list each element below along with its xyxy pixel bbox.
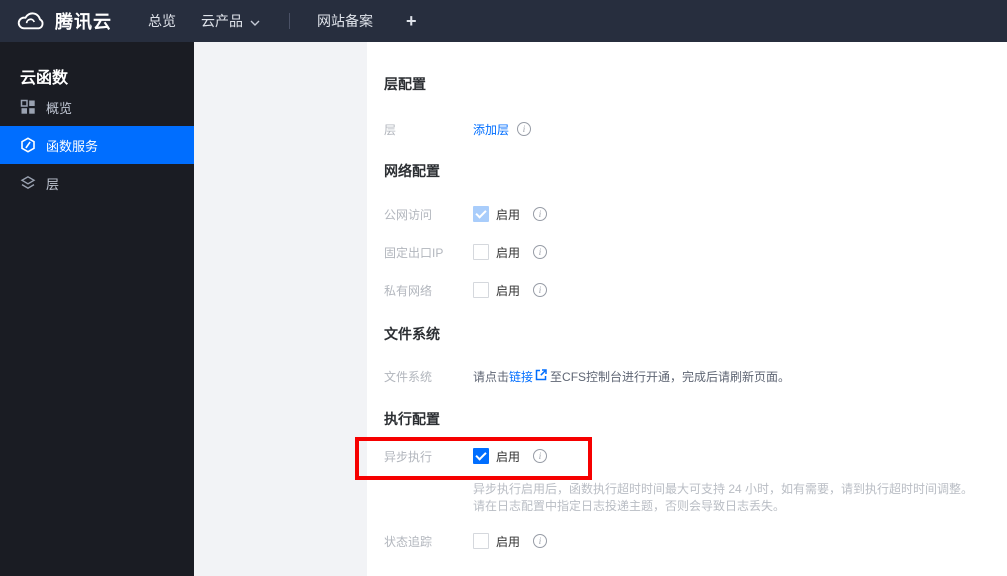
field-label: 固定出口IP bbox=[384, 245, 444, 260]
async-execution-checkbox[interactable] bbox=[473, 448, 489, 464]
form-row-layer: 层 添加层 bbox=[384, 119, 1007, 139]
sidebar-item-label: 概览 bbox=[46, 100, 73, 116]
checkbox-label: 启用 bbox=[496, 245, 521, 260]
nav-icp-filing[interactable]: 网站备案 bbox=[317, 11, 373, 31]
field-label: 层 bbox=[384, 122, 397, 137]
nav-overview[interactable]: 总览 bbox=[148, 11, 176, 31]
chevron-down-icon bbox=[250, 13, 260, 29]
external-link-icon bbox=[535, 368, 547, 384]
description-line: 请在日志配置中指定日志投递主题，否则会导致日志丢失。 bbox=[473, 499, 786, 513]
sidebar-item-layers[interactable]: 层 bbox=[0, 164, 194, 202]
info-icon[interactable] bbox=[533, 283, 548, 297]
field-label: 私有网络 bbox=[384, 283, 433, 298]
form-row-fixed-egress-ip: 固定出口IP 启用 bbox=[384, 242, 1007, 262]
info-icon[interactable] bbox=[517, 122, 532, 136]
form-row-status-trace: 状态追踪 启用 bbox=[384, 531, 1007, 551]
field-label: 异步执行 bbox=[384, 449, 433, 464]
add-layer-link[interactable]: 添加层 bbox=[473, 121, 509, 138]
sidebar-item-label: 层 bbox=[46, 176, 60, 192]
status-trace-checkbox[interactable] bbox=[473, 533, 489, 549]
function-config-form: 层配置 层 添加层 网络配置 公网访问 启用 固定出口IP 启用 bbox=[367, 42, 1007, 576]
async-execution-description: 异步执行启用后，函数执行超时时间最大可支持 24 小时，如有需要，请到执行超时时… bbox=[473, 481, 1007, 515]
checkbox-label: 启用 bbox=[496, 449, 521, 464]
tencent-cloud-logo-icon bbox=[15, 10, 46, 32]
cfs-console-link[interactable]: 链接 bbox=[509, 368, 533, 385]
sidebar-item-function-service[interactable]: 函数服务 bbox=[0, 126, 194, 164]
form-row-private-network: 私有网络 启用 bbox=[384, 280, 1007, 300]
top-navigation: 总览 云产品 网站备案 + bbox=[148, 11, 417, 32]
fixed-egress-ip-checkbox[interactable] bbox=[473, 244, 489, 260]
filesystem-hint-before: 请点击 bbox=[473, 369, 510, 384]
sidebar: 云函数 概览 函数服务 层 bbox=[0, 42, 194, 576]
section-heading-layer-config: 层配置 bbox=[384, 76, 426, 92]
info-icon[interactable] bbox=[533, 245, 548, 259]
section-heading-execution-config: 执行配置 bbox=[384, 411, 440, 427]
checkbox-label: 启用 bbox=[496, 534, 521, 549]
form-row-file-system: 文件系统 请点击 链接 至CFS控制台进行开通，完成后请刷新页面。 bbox=[384, 366, 1007, 386]
field-label: 文件系统 bbox=[384, 369, 433, 384]
sidebar-item-overview[interactable]: 概览 bbox=[0, 88, 194, 126]
grid-icon bbox=[20, 99, 36, 115]
info-icon[interactable] bbox=[533, 449, 548, 463]
checkbox-label: 启用 bbox=[496, 207, 521, 222]
layers-icon bbox=[20, 175, 36, 191]
field-label: 公网访问 bbox=[384, 207, 433, 222]
topbar: 腾讯云 总览 云产品 网站备案 + bbox=[0, 0, 1007, 42]
nav-divider bbox=[289, 13, 290, 29]
field-label: 状态追踪 bbox=[384, 534, 433, 549]
form-row-async-execution: 异步执行 启用 bbox=[384, 446, 1007, 466]
nav-cloud-products[interactable]: 云产品 bbox=[201, 11, 260, 31]
checkbox-label: 启用 bbox=[496, 283, 521, 298]
public-access-checkbox[interactable] bbox=[473, 206, 489, 222]
info-icon[interactable] bbox=[533, 534, 548, 548]
sidebar-item-label: 函数服务 bbox=[46, 138, 99, 154]
sidebar-title: 云函数 bbox=[20, 70, 69, 87]
section-heading-network-config: 网络配置 bbox=[384, 163, 440, 179]
brand[interactable]: 腾讯云 bbox=[15, 8, 112, 34]
function-hexagon-icon bbox=[20, 137, 36, 153]
private-network-checkbox[interactable] bbox=[473, 282, 489, 298]
brand-name: 腾讯云 bbox=[55, 12, 112, 32]
add-tab-button[interactable]: + bbox=[406, 11, 417, 32]
info-icon[interactable] bbox=[533, 207, 548, 221]
form-row-public-access: 公网访问 启用 bbox=[384, 204, 1007, 224]
description-line: 异步执行启用后，函数执行超时时间最大可支持 24 小时，如有需要，请到执行超时时… bbox=[473, 482, 974, 496]
section-heading-file-system: 文件系统 bbox=[384, 326, 440, 342]
filesystem-hint-after: 至CFS控制台进行开通，完成后请刷新页面。 bbox=[550, 369, 791, 384]
secondary-panel bbox=[194, 42, 367, 576]
